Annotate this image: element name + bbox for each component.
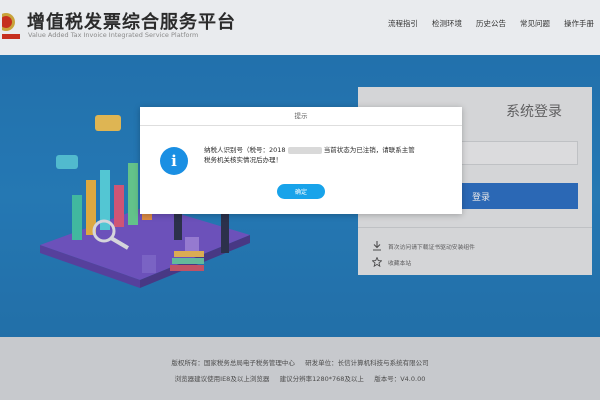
footer-browser-note: 浏览器建议使用IE8及以上浏览器 bbox=[174, 375, 270, 383]
notice-dialog: 提示 i 纳税人识别号（税号：2018 当前状态为已注销，请联系主管 税务机关核… bbox=[140, 107, 462, 214]
site-subtitle: Value Added Tax Invoice Integrated Servi… bbox=[28, 31, 199, 39]
site-header: 增值税发票综合服务平台 Value Added Tax Invoice Inte… bbox=[0, 0, 600, 55]
dialog-title: 提示 bbox=[140, 107, 462, 126]
nav-history-notices[interactable]: 历史公告 bbox=[476, 18, 506, 29]
nav-faq[interactable]: 常见问题 bbox=[520, 18, 550, 29]
redacted-tax-id bbox=[287, 146, 322, 154]
footer-copyright: 版权所有：国家税务总局电子税务管理中心 bbox=[171, 359, 295, 367]
dialog-message: 纳税人识别号（税号：2018 当前状态为已注销，请联系主管 税务机关核实情况后办… bbox=[204, 145, 415, 165]
nav-process-guide[interactable]: 流程指引 bbox=[388, 18, 418, 29]
footer-version: 版本号：V4.0.00 bbox=[374, 375, 426, 383]
info-icon: i bbox=[160, 147, 188, 175]
dialog-message-part2: 当前状态为已注销，请联系主管 bbox=[323, 146, 415, 154]
nav-env-check[interactable]: 检测环境 bbox=[432, 18, 462, 29]
tax-emblem-icon bbox=[2, 13, 20, 39]
footer-resolution-note: 建议分辨率1280*768及以上 bbox=[279, 375, 364, 383]
nav-manual[interactable]: 操作手册 bbox=[564, 18, 594, 29]
dialog-message-part1: 纳税人识别号（税号：2018 bbox=[204, 146, 286, 154]
ok-button[interactable]: 确定 bbox=[277, 184, 325, 199]
footer-line-2: 浏览器建议使用IE8及以上浏览器 建议分辨率1280*768及以上 版本号：V4… bbox=[0, 373, 600, 383]
footer-line-1: 版权所有：国家税务总局电子税务管理中心 研发单位：长信计算机科技与系统有限公司 bbox=[0, 357, 600, 367]
footer-developer: 研发单位：长信计算机科技与系统有限公司 bbox=[305, 359, 429, 367]
site-footer: 版权所有：国家税务总局电子税务管理中心 研发单位：长信计算机科技与系统有限公司 … bbox=[0, 337, 600, 400]
top-nav: 流程指引 检测环境 历史公告 常见问题 操作手册 bbox=[388, 18, 594, 29]
dialog-message-line2: 税务机关核实情况后办理！ bbox=[204, 156, 282, 164]
